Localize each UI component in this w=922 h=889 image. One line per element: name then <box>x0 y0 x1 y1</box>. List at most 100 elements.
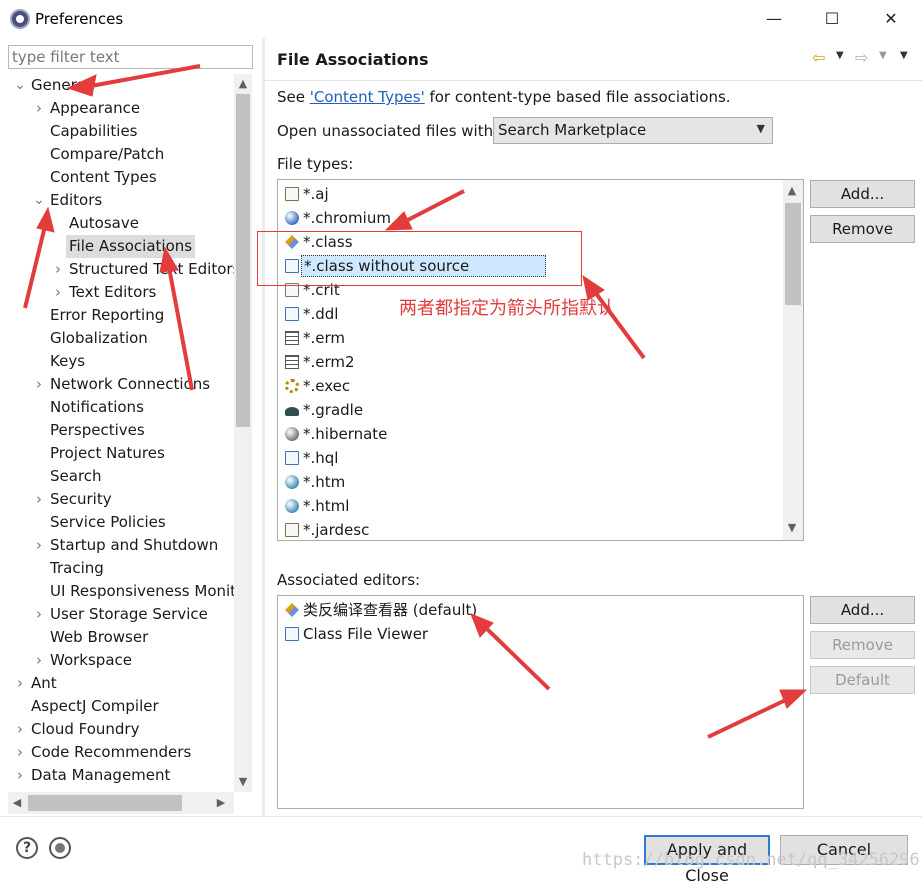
chevron-right-icon[interactable]: › <box>33 603 45 626</box>
add-editor-button[interactable]: Add... <box>810 596 915 624</box>
maximize-button[interactable]: ☐ <box>810 6 854 32</box>
view-menu-icon[interactable]: ▼ <box>900 50 908 61</box>
file-type-label: *.erm2 <box>303 353 355 371</box>
file-type-label: *.html <box>303 497 350 515</box>
tree-item[interactable]: › Security <box>8 488 234 511</box>
tree-item[interactable]: › Data Management <box>8 764 234 787</box>
close-window-button[interactable]: ✕ <box>869 6 913 32</box>
default-editor-button[interactable]: Default <box>810 666 915 694</box>
file-type-label: *.hibernate <box>303 425 388 443</box>
tree-item[interactable]: Perspectives <box>8 419 234 442</box>
forward-dropdown-icon[interactable]: ▼ <box>879 50 887 61</box>
tree-item[interactable]: Tracing <box>8 557 234 580</box>
open-unassociated-select[interactable]: Search Marketplace ▼ <box>493 117 773 144</box>
scroll-left-arrow-icon[interactable]: ◀ <box>8 793 26 813</box>
remove-editor-button[interactable]: Remove <box>810 631 915 659</box>
tree-item[interactable]: Search <box>8 465 234 488</box>
tree-item[interactable]: Capabilities <box>8 120 234 143</box>
chevron-right-icon[interactable]: › <box>14 672 26 695</box>
tree-item[interactable]: Autosave <box>8 212 234 235</box>
tree-item-label: Notifications <box>50 398 144 416</box>
associated-editors-list[interactable]: 类反编译查看器 (default) Class File Viewer <box>277 595 804 809</box>
open-unassociated-value: Search Marketplace <box>498 121 647 139</box>
chevron-down-icon: ▼ <box>756 122 765 135</box>
tree-item-label: Tracing <box>50 559 104 577</box>
annotation-highlight-box <box>257 231 582 286</box>
chevron-right-icon[interactable]: › <box>52 281 64 304</box>
add-file-type-button[interactable]: Add... <box>810 180 915 208</box>
tree-item[interactable]: File Associations <box>8 235 234 258</box>
tree-item[interactable]: Service Policies <box>8 511 234 534</box>
tree-item[interactable]: › Text Editors <box>8 281 234 304</box>
associated-editor-label: 类反编译查看器 (default) <box>303 601 478 619</box>
tree-item[interactable]: Notifications <box>8 396 234 419</box>
file-types-scroll-thumb[interactable] <box>785 203 801 305</box>
tree-item[interactable]: Error Reporting <box>8 304 234 327</box>
back-arrow-icon[interactable]: ⇦ <box>812 48 825 67</box>
filter-text-input[interactable] <box>8 45 253 69</box>
tree-item[interactable]: ⌄ General <box>8 74 234 97</box>
back-dropdown-icon[interactable]: ▼ <box>836 50 844 61</box>
tree-item[interactable]: ⌄ Editors <box>8 189 234 212</box>
tree-item[interactable]: UI Responsiveness Monitoring <box>8 580 234 603</box>
file-type-label: *.ddl <box>303 305 339 323</box>
tree-item[interactable]: › Cloud Foundry <box>8 718 234 741</box>
tree-item[interactable]: › Structured Text Editors <box>8 258 234 281</box>
scroll-right-arrow-icon[interactable]: ▶ <box>212 793 230 813</box>
tree-item[interactable]: Web Browser <box>8 626 234 649</box>
panel-sash[interactable] <box>262 38 265 816</box>
tree-item-label: Editors <box>50 191 103 209</box>
tree-item[interactable]: › Code Recommenders <box>8 741 234 764</box>
minimize-button[interactable]: — <box>752 6 796 32</box>
tree-item-label: Cloud Foundry <box>31 720 140 738</box>
chevron-right-icon[interactable]: › <box>52 258 64 281</box>
chevron-right-icon[interactable]: › <box>33 373 45 396</box>
chevron-right-icon[interactable]: › <box>33 97 45 120</box>
tree-item[interactable]: › Appearance <box>8 97 234 120</box>
scroll-up-arrow-icon[interactable]: ▲ <box>234 74 252 94</box>
tree-item[interactable]: › User Storage Service <box>8 603 234 626</box>
tree-item[interactable]: Project Natures <box>8 442 234 465</box>
tree-item[interactable]: Compare/Patch <box>8 143 234 166</box>
scroll-down-arrow-icon[interactable]: ▼ <box>234 772 252 792</box>
tree-item-label: Workspace <box>50 651 132 669</box>
tree-item-label: Structured Text Editors <box>69 260 234 278</box>
tree-item[interactable]: Globalization <box>8 327 234 350</box>
chevron-right-icon[interactable]: › <box>33 488 45 511</box>
tree-item[interactable]: › Network Connections <box>8 373 234 396</box>
globe-icon <box>285 475 299 489</box>
chevron-right-icon[interactable]: › <box>14 764 26 787</box>
tree-scroll-thumb[interactable] <box>236 94 250 427</box>
chevron-right-icon[interactable]: › <box>14 741 26 764</box>
import-export-prefs-icon[interactable] <box>49 837 71 859</box>
forward-arrow-icon[interactable]: ⇨ <box>855 48 868 67</box>
scroll-down-arrow-icon[interactable]: ▼ <box>783 518 801 538</box>
tree-item[interactable]: Keys <box>8 350 234 373</box>
aspectj-file-icon <box>285 187 299 201</box>
chevron-right-icon[interactable]: › <box>14 718 26 741</box>
tree-item-label: Security <box>50 490 112 508</box>
tree-item-label: Content Types <box>50 168 157 186</box>
scroll-up-arrow-icon[interactable]: ▲ <box>783 181 801 201</box>
tree-item[interactable]: AspectJ Compiler <box>8 695 234 718</box>
content-types-hint: See 'Content Types' for content-type bas… <box>277 88 731 106</box>
hql-file-icon <box>285 451 299 465</box>
chevron-right-icon[interactable]: › <box>33 649 45 672</box>
tree-item[interactable]: › Startup and Shutdown <box>8 534 234 557</box>
tree-item[interactable]: › Workspace <box>8 649 234 672</box>
chevron-down-icon[interactable]: ⌄ <box>14 74 26 97</box>
tree-item[interactable]: Content Types <box>8 166 234 189</box>
chevron-right-icon[interactable]: › <box>33 534 45 557</box>
tree-item-label: Perspectives <box>50 421 145 439</box>
remove-file-type-button[interactable]: Remove <box>810 215 915 243</box>
watermark-text: https://blog.csdn.net/qq_34256296 <box>582 850 920 870</box>
tree-hscroll-thumb[interactable] <box>28 795 182 811</box>
content-types-link[interactable]: 'Content Types' <box>310 88 425 106</box>
tree-item-label: UI Responsiveness Monitoring <box>50 582 234 600</box>
help-icon[interactable]: ? <box>16 837 38 859</box>
chevron-down-icon[interactable]: ⌄ <box>33 189 45 212</box>
tree-item-label: Web Browser <box>50 628 149 646</box>
tree-item[interactable]: › Ant <box>8 672 234 695</box>
tree-item-label: Ant <box>31 674 57 692</box>
tree-item-label: Code Recommenders <box>31 743 192 761</box>
